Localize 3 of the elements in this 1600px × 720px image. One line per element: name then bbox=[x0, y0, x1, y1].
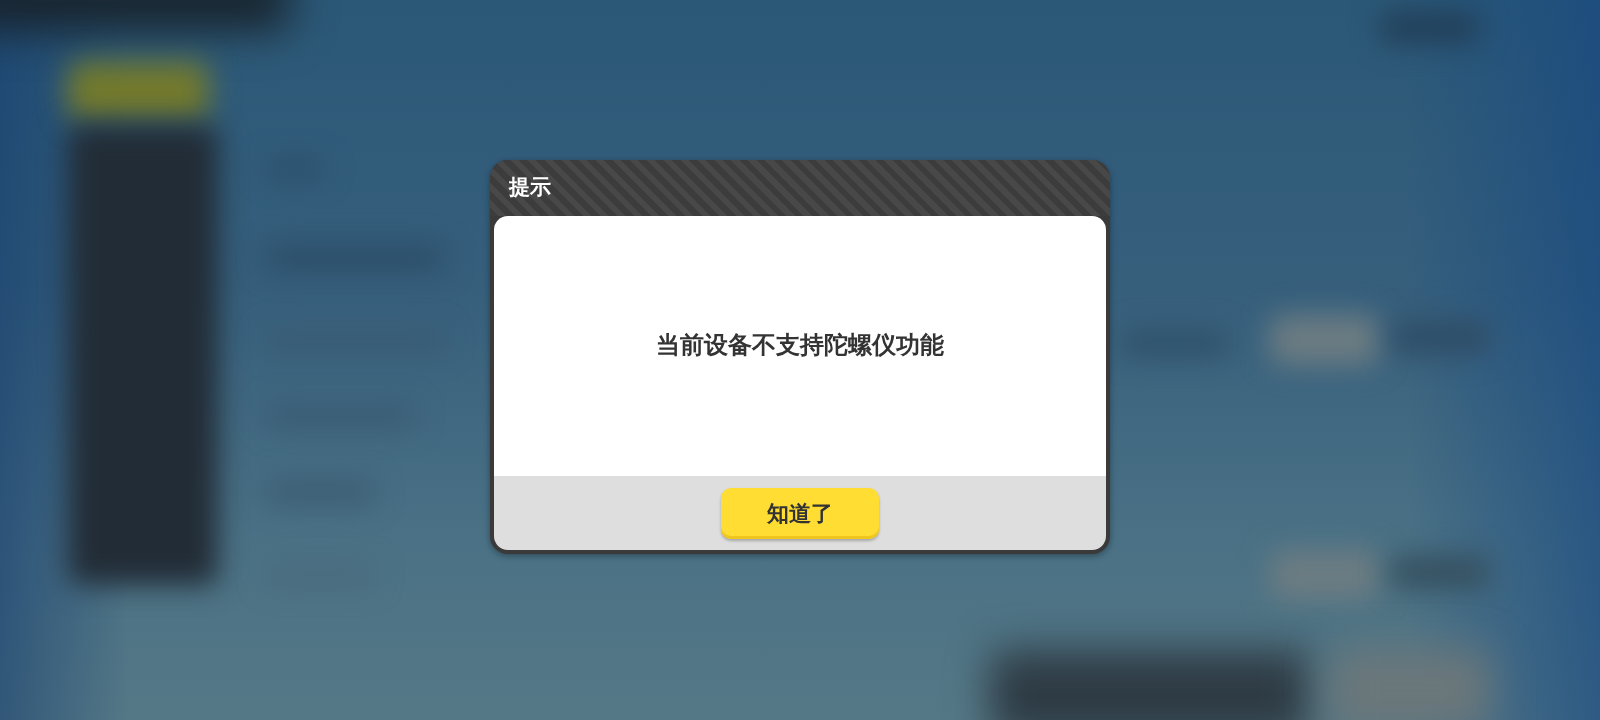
dialog-title: 提示 bbox=[509, 175, 551, 201]
confirm-button[interactable]: 知道了 bbox=[721, 488, 879, 539]
dialog-message: 当前设备不支持陀螺仪功能 bbox=[656, 330, 944, 362]
